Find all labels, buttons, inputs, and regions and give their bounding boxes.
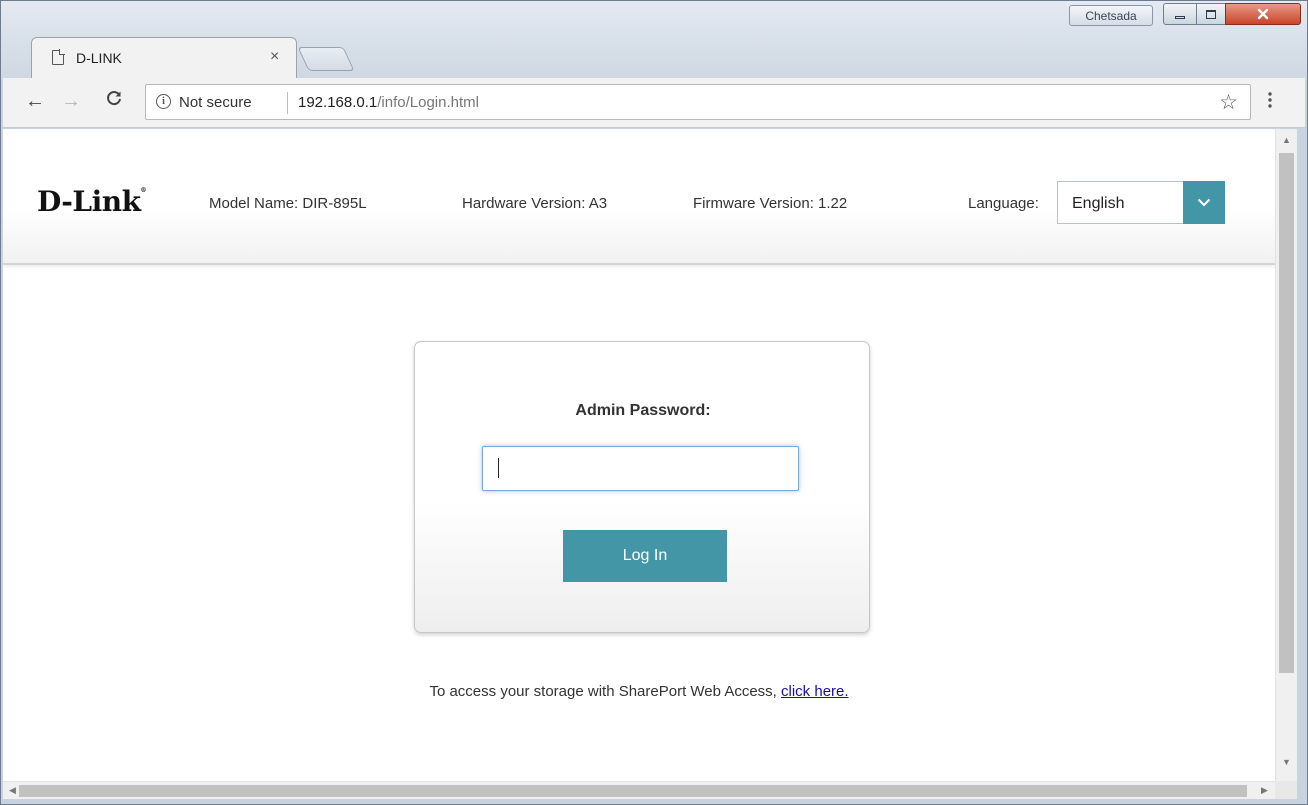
minimize-icon: [1175, 15, 1185, 19]
title-bar: Chetsada D-LINK ×: [1, 1, 1307, 81]
tab-close-icon[interactable]: ×: [270, 48, 279, 66]
scroll-up-arrow-icon[interactable]: ▲: [1282, 135, 1291, 145]
language-label: Language:: [968, 195, 1039, 212]
vertical-scrollbar[interactable]: ▲ ▼: [1275, 129, 1297, 781]
tab-title: D-LINK: [76, 50, 122, 66]
firmware-version: Firmware Version: 1.22: [693, 195, 848, 212]
log-in-button[interactable]: Log In: [563, 530, 727, 582]
maximize-icon: [1206, 9, 1216, 19]
close-icon: [1257, 8, 1269, 20]
shareport-access-text: To access your storage with SharePort We…: [3, 683, 1275, 700]
url-host: 192.168.0.1: [298, 94, 378, 111]
back-arrow-icon[interactable]: ←: [25, 90, 45, 113]
maximize-button[interactable]: [1196, 3, 1226, 25]
model-name: Model Name: DIR-895L: [209, 195, 367, 212]
new-tab-button[interactable]: [297, 47, 355, 71]
language-select[interactable]: English: [1057, 181, 1225, 224]
click-here-link[interactable]: click here.: [781, 683, 849, 700]
logo-text: D-Link: [37, 185, 141, 218]
reload-icon-svg: [107, 91, 121, 106]
url-path: /info/Login.html: [377, 94, 479, 111]
profile-button[interactable]: Chetsada: [1069, 5, 1153, 26]
address-separator: [287, 92, 288, 114]
scroll-down-arrow-icon[interactable]: ▼: [1282, 757, 1291, 767]
login-panel: Admin Password: Log In: [414, 341, 870, 633]
text-caret: [498, 458, 499, 478]
close-button[interactable]: [1225, 3, 1301, 25]
vertical-scroll-thumb[interactable]: [1279, 153, 1294, 673]
menu-icon[interactable]: [1265, 90, 1275, 110]
address-bar[interactable]: i Not secure 192.168.0.1/info/Login.html…: [145, 84, 1251, 120]
horizontal-scrollbar[interactable]: ◀ ▶: [3, 781, 1275, 799]
language-selected-value: English: [1072, 195, 1125, 212]
admin-password-input[interactable]: [482, 446, 799, 491]
bookmark-star-icon[interactable]: ☆: [1219, 90, 1238, 115]
page-icon: [52, 50, 64, 65]
scrollbar-corner: [1275, 781, 1297, 799]
admin-password-label: Admin Password:: [575, 402, 711, 419]
chevron-down-icon[interactable]: [1183, 181, 1225, 224]
chevron-down-svg: [1197, 198, 1211, 207]
router-header: D-Link® Model Name: DIR-895L Hardware Ve…: [3, 129, 1275, 265]
info-icon[interactable]: i: [156, 94, 171, 109]
scroll-left-arrow-icon[interactable]: ◀: [9, 785, 16, 796]
security-label[interactable]: Not secure: [179, 94, 252, 111]
url-text[interactable]: 192.168.0.1/info/Login.html: [298, 94, 479, 111]
forward-arrow-icon[interactable]: →: [61, 90, 81, 113]
hardware-version: Hardware Version: A3: [462, 195, 608, 212]
storage-text-label: To access your storage with SharePort We…: [429, 683, 777, 700]
menu-dots-svg: [1268, 92, 1272, 108]
minimize-button[interactable]: [1163, 3, 1197, 25]
logo-registered-mark: ®: [140, 187, 147, 194]
reload-icon[interactable]: [105, 89, 123, 113]
tab-d-link[interactable]: D-LINK ×: [31, 37, 297, 78]
page-viewport: D-Link® Model Name: DIR-895L Hardware Ve…: [3, 129, 1275, 781]
scroll-right-arrow-icon[interactable]: ▶: [1261, 785, 1268, 796]
browser-toolbar: ← → i Not secure 192.168.0.1/info/Login.…: [3, 78, 1305, 128]
browser-window: Chetsada D-LINK × ← → i Not secure 192.1…: [0, 0, 1308, 805]
horizontal-scroll-thumb[interactable]: [19, 785, 1247, 797]
d-link-logo: D-Link®: [37, 185, 146, 218]
